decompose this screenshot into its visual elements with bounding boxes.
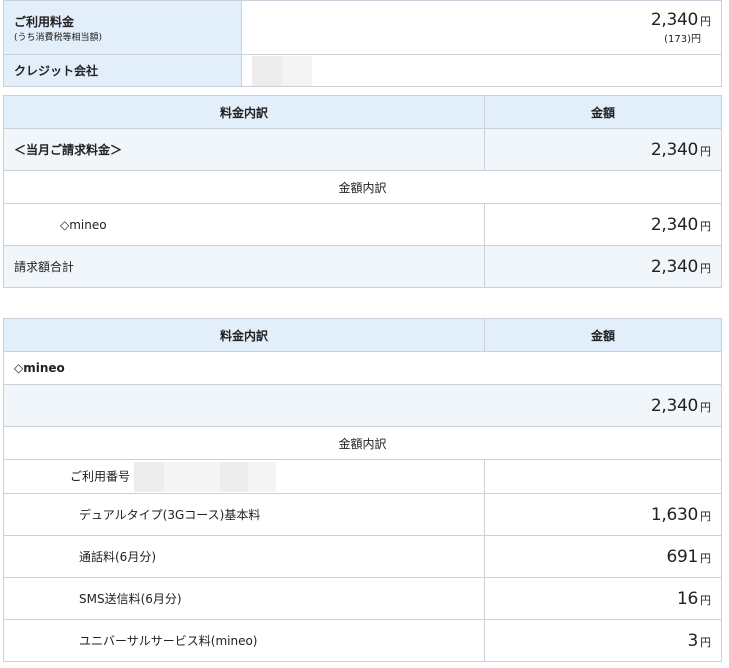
item-value: 16: [676, 588, 698, 609]
line-number-value-cell: [484, 459, 722, 494]
billing-table: 料金内訳 金額 ＜当月ご請求料金＞ 2,340 円 金額内訳 ◇mineo 2,3…: [3, 95, 722, 288]
fee-value-cell: 2,340 円 (173)円: [241, 0, 722, 55]
item-label: 通話料(6月分): [3, 535, 485, 578]
fee-value: 2,340: [650, 10, 698, 30]
redacted-block: [220, 461, 249, 492]
yen-unit: 円: [700, 219, 711, 233]
item-value-cell: 691 円: [484, 535, 722, 578]
total-label: 請求額合計: [3, 245, 485, 288]
mineo-label: ◇mineo: [3, 203, 485, 246]
total-value: 2,340: [650, 256, 698, 277]
item-value: 1,630: [650, 504, 698, 525]
redacted-block: [248, 461, 277, 492]
item-label: SMS送信料(6月分): [3, 577, 485, 620]
yen-unit: 円: [700, 261, 711, 275]
table-row: 通話料(6月分) 691 円: [3, 535, 722, 578]
mineo-value-cell: 2,340 円: [484, 203, 722, 246]
yen-unit: 円: [700, 400, 711, 414]
table-row: SMS送信料(6月分) 16 円: [3, 577, 722, 620]
monthly-label: ＜当月ご請求料金＞: [3, 128, 485, 171]
tax-note: (うち消費税等相当額): [14, 32, 103, 43]
yen-unit: 円: [700, 144, 711, 158]
mineo-section-value-cell: 2,340 円: [3, 384, 722, 427]
col-item-header: 料金内訳: [3, 95, 485, 129]
col-amount-header: 金額: [484, 95, 722, 129]
item-label: デュアルタイプ(3Gコース)基本料: [3, 493, 485, 536]
redacted-block: [252, 55, 282, 86]
yen-unit: 円: [700, 509, 711, 523]
breakdown-label: 金額内訳: [3, 170, 722, 204]
redacted-block: [164, 461, 221, 492]
item-value: 3: [687, 630, 698, 651]
line-number-label: ご利用番号: [70, 469, 131, 483]
mineo-section-value: 2,340: [650, 395, 698, 416]
breakdown-label: 金額内訳: [3, 426, 722, 460]
card-value-cell: [241, 54, 722, 87]
fee-summary-table: ご利用料金 (うち消費税等相当額) 2,340 円 (173)円 クレジット会社: [3, 0, 722, 87]
yen-unit: 円: [700, 593, 711, 607]
table-row: ユニバーサルサービス料(mineo) 3円: [3, 619, 722, 662]
yen-unit: 円: [700, 551, 711, 565]
total-value-cell: 2,340 円: [484, 245, 722, 288]
fee-label: ご利用料金: [14, 14, 75, 29]
card-label: クレジット会社: [3, 54, 242, 87]
item-value-cell: 3円: [484, 619, 722, 662]
col-item-header: 料金内訳: [3, 318, 485, 352]
fee-unit: 円: [700, 15, 711, 28]
yen-unit: 円: [700, 635, 711, 649]
monthly-value-cell: 2,340 円: [484, 128, 722, 171]
table-row: デュアルタイプ(3Gコース)基本料 1,630 円: [3, 493, 722, 536]
mineo-value: 2,340: [650, 214, 698, 235]
monthly-value: 2,340: [650, 139, 698, 160]
redacted-block: [134, 461, 165, 492]
line-number-cell: ご利用番号: [3, 459, 485, 494]
redacted-block: [282, 55, 312, 86]
col-amount-header: 金額: [484, 318, 722, 352]
mineo-section-label: ◇mineo: [3, 351, 722, 385]
item-label: ユニバーサルサービス料(mineo): [3, 619, 485, 662]
mineo-detail-table: 料金内訳 金額 ◇mineo 2,340 円 金額内訳 ご利用番号 デュアルタイプ…: [3, 318, 722, 662]
item-value: 691: [666, 546, 698, 567]
item-value-cell: 16 円: [484, 577, 722, 620]
fee-label-cell: ご利用料金 (うち消費税等相当額): [3, 0, 242, 55]
item-value-cell: 1,630 円: [484, 493, 722, 536]
tax-value: (173)円: [664, 34, 701, 45]
